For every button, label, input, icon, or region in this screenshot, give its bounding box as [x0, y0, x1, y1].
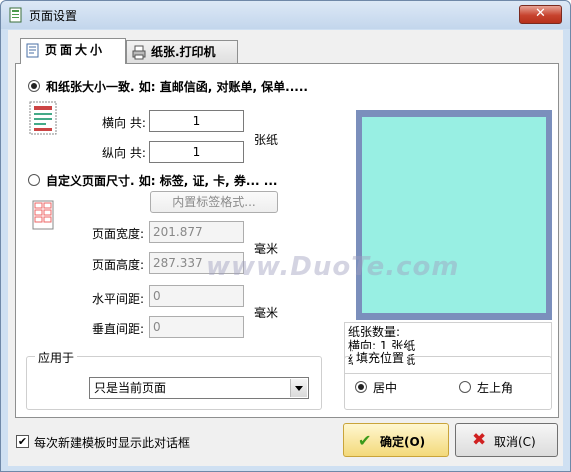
horizontal-count-input[interactable]: 1: [149, 110, 244, 132]
title-bar[interactable]: 页面设置 ✕: [1, 1, 570, 29]
page-preview-frame: [356, 110, 552, 320]
fill-position-title: 填充位置: [353, 349, 408, 366]
match-paper-radio[interactable]: [28, 80, 40, 92]
dialog-client: 页面大小 纸张.打印机 和纸张大小一致. 如: 直邮信函, 对账单, 保单...…: [8, 30, 563, 466]
gap-mm-unit: 毫米: [254, 306, 279, 320]
label-grid-icon: [32, 200, 54, 230]
fill-top-left-label: 左上角: [477, 381, 514, 395]
custom-size-radio[interactable]: [28, 174, 40, 186]
show-on-new-template-checkbox[interactable]: ✔: [16, 435, 29, 448]
window-title: 页面设置: [29, 9, 78, 23]
vertical-gap-input[interactable]: 0: [149, 316, 244, 338]
watermark-text: www.DuoTe.com: [206, 252, 460, 282]
tab-page-size-label: 页面大小: [45, 43, 106, 57]
horizontal-gap-label: 水平间距:: [92, 292, 145, 306]
page-setup-icon: [9, 7, 22, 23]
sheet-count-title: 纸张数量:: [348, 325, 401, 339]
fill-center-radio[interactable]: [355, 381, 367, 393]
horizontal-gap-input[interactable]: 0: [149, 285, 244, 307]
cancel-button-label: 取消(C): [494, 435, 536, 449]
sheet-unit-label: 张纸: [254, 133, 279, 147]
fill-center-label: 居中: [373, 381, 398, 395]
page-width-input[interactable]: 201.877: [149, 221, 244, 243]
tab-page-size[interactable]: 页面大小: [20, 38, 126, 64]
single-page-icon: [29, 101, 57, 135]
match-paper-label: 和纸张大小一致. 如: 直邮信函, 对账单, 保单.....: [46, 80, 308, 94]
page-setup-window: 页面设置 ✕ 页面大小 纸张.打印机 和纸张大小一致. 如: 直邮信函, 对账单…: [0, 0, 571, 472]
builtin-label-format-button[interactable]: 内置标签格式...: [150, 191, 278, 213]
printer-icon: [132, 45, 146, 60]
fill-top-left-radio[interactable]: [459, 381, 471, 393]
apply-to-value: 只是当前页面: [94, 381, 167, 395]
vertical-gap-label: 垂直间距:: [92, 322, 145, 336]
page-height-label: 页面高度:: [92, 258, 145, 272]
page-size-panel: 和纸张大小一致. 如: 直邮信函, 对账单, 保单..... 横向 共: 1 纵…: [15, 63, 559, 418]
apply-to-group: 应用于 只是当前页面: [26, 349, 322, 410]
apply-to-select[interactable]: 只是当前页面: [89, 377, 309, 399]
vertical-count-label: 纵向 共:: [102, 146, 146, 160]
horizontal-count-label: 横向 共:: [102, 116, 146, 130]
vertical-count-input[interactable]: 1: [149, 141, 244, 163]
cancel-button[interactable]: ✖ 取消(C): [455, 423, 558, 457]
close-button[interactable]: ✕: [519, 5, 562, 24]
close-icon: ✕: [535, 6, 546, 21]
tab-paper-printer[interactable]: 纸张.打印机: [126, 40, 238, 64]
checkmark-icon: ✔: [358, 431, 372, 450]
tab-paper-printer-label: 纸张.打印机: [151, 45, 216, 59]
cross-icon: ✖: [472, 430, 487, 450]
apply-to-title: 应用于: [35, 349, 78, 366]
ok-button[interactable]: ✔ 确定(O): [343, 423, 449, 457]
custom-size-label: 自定义页面尺寸. 如: 标签, 证, 卡, 券... ...: [46, 174, 278, 188]
show-on-new-template-label: 每次新建模板时显示此对话框: [34, 436, 191, 450]
page-icon: [26, 43, 39, 58]
ok-button-label: 确定(O): [380, 435, 426, 449]
fill-position-group: 填充位置 居中 左上角: [344, 349, 552, 410]
page-width-label: 页面宽度:: [92, 227, 145, 241]
chevron-down-icon[interactable]: [290, 379, 307, 397]
page-preview: [362, 117, 546, 313]
